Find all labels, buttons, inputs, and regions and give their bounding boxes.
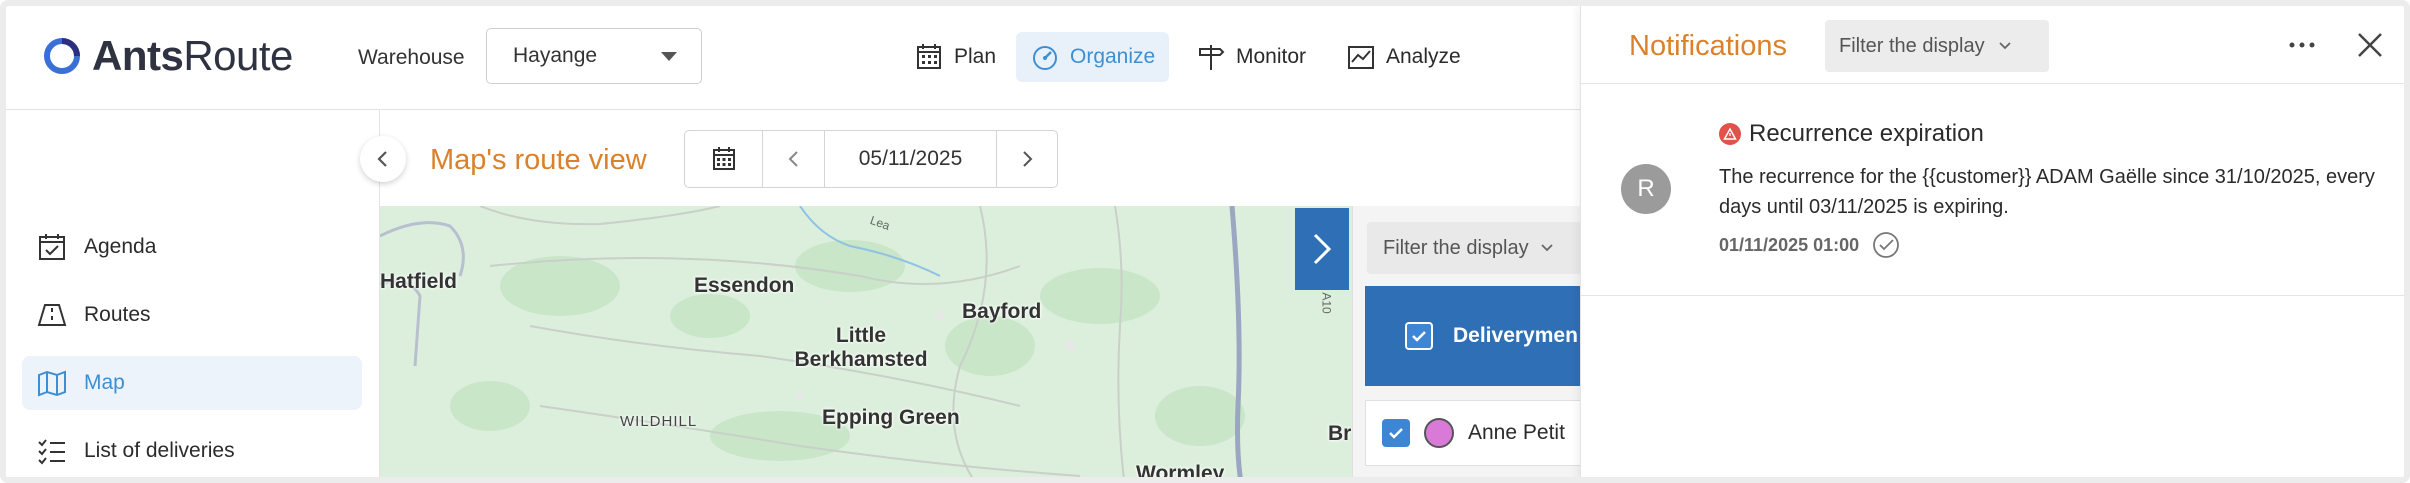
chevron-left-icon xyxy=(377,151,387,167)
chevron-down-icon xyxy=(1998,42,2011,50)
nav-plan[interactable]: Plan xyxy=(900,32,1010,82)
deliveryman-checkbox[interactable] xyxy=(1382,419,1410,447)
collapse-sidebar-button[interactable] xyxy=(360,136,406,182)
notification-item[interactable]: R Recurrence expiration The recurrence f… xyxy=(1581,84,2404,296)
map-label-hatfield: Hatfield xyxy=(380,270,458,293)
notification-meta: 01/11/2025 01:00 xyxy=(1719,230,1901,260)
chart-icon xyxy=(1348,46,1374,69)
logo-text: AntsRoute xyxy=(92,32,293,79)
antsroute-logo[interactable]: AntsRoute xyxy=(42,32,293,80)
sidebar-item-label: Agenda xyxy=(84,235,157,258)
map-label-wildhill: WILDHILL xyxy=(620,413,698,430)
date-navigator: 05/11/2025 xyxy=(684,130,1058,188)
mark-read-check-icon[interactable] xyxy=(1871,230,1901,260)
notifications-title: Notifications xyxy=(1629,30,1787,62)
signpost-icon xyxy=(1199,45,1225,70)
avatar: R xyxy=(1621,164,1671,214)
warehouse-value: Hayange xyxy=(513,44,598,67)
more-options-button[interactable] xyxy=(2285,28,2319,62)
nav-monitor[interactable]: Monitor xyxy=(1182,32,1320,82)
sidebar-item-routes[interactable]: Routes xyxy=(22,288,362,342)
chevron-left-icon xyxy=(788,151,798,167)
notifications-panel: Notifications Filter the display R Recur… xyxy=(1580,6,2404,477)
notifications-header: Notifications Filter the display xyxy=(1581,6,2404,84)
list-check-icon xyxy=(38,439,65,465)
toggle-delivery-panel-button[interactable] xyxy=(1295,208,1349,290)
map-label-little-berkhamsted: Little Berkhamsted xyxy=(794,324,928,371)
deliverymen-label: Deliverymen xyxy=(1453,324,1578,347)
nav-monitor-label: Monitor xyxy=(1236,45,1307,68)
notifications-filter-label: Filter the display xyxy=(1839,34,1985,57)
warehouse-label: Warehouse xyxy=(358,46,465,69)
chevron-down-icon xyxy=(1540,244,1553,252)
nav-organize[interactable]: Organize xyxy=(1016,32,1170,82)
calendar-check-icon xyxy=(39,234,65,260)
deliveryman-name: Anne Petit xyxy=(1468,421,1565,444)
delivery-filter-label: Filter the display xyxy=(1383,236,1529,259)
warning-icon xyxy=(1719,123,1741,145)
nav-analyze[interactable]: Analyze xyxy=(1332,32,1475,82)
map-label-essendon: Essendon xyxy=(694,274,795,297)
caret-down-icon xyxy=(661,52,677,61)
previous-day-button[interactable] xyxy=(763,131,825,187)
app-window: AntsRoute Warehouse Hayange Plan Organiz… xyxy=(0,0,2410,483)
gauge-icon xyxy=(1033,46,1057,70)
deliveryman-row[interactable]: Anne Petit xyxy=(1365,400,1581,466)
route-icon xyxy=(37,304,67,326)
warehouse-select[interactable]: Hayange xyxy=(486,28,702,84)
sidebar-item-label: List of deliveries xyxy=(84,439,235,462)
map-label-bayford: Bayford xyxy=(962,300,1042,323)
sidebar-item-label: Routes xyxy=(84,303,151,326)
chevron-right-icon xyxy=(1023,151,1033,167)
notification-title: Recurrence expiration xyxy=(1719,120,1984,148)
delivery-filter-dropdown[interactable]: Filter the display xyxy=(1367,222,1587,274)
calendar-icon xyxy=(712,147,735,170)
nav-analyze-label: Analyze xyxy=(1386,45,1461,68)
sidebar-item-agenda[interactable]: Agenda xyxy=(22,220,362,274)
next-day-button[interactable] xyxy=(997,131,1057,187)
check-icon xyxy=(1389,428,1403,439)
ellipsis-icon xyxy=(2289,42,2315,48)
deliverymen-group-row[interactable]: Deliverymen xyxy=(1365,286,1581,386)
map-label-epping-green: Epping Green xyxy=(822,406,960,429)
sidebar-item-list-of-deliveries[interactable]: List of deliveries xyxy=(22,424,362,477)
sidebar-item-map[interactable]: Map xyxy=(22,356,362,410)
date-picker-button[interactable] xyxy=(685,131,763,187)
notification-timestamp: 01/11/2025 01:00 xyxy=(1719,234,1860,255)
road-label-a10: A10 xyxy=(1319,292,1334,314)
sidebar-item-label: Map xyxy=(84,371,125,394)
route-map[interactable]: Hatfield Essendon Bayford Little Berkham… xyxy=(380,206,1352,483)
deliverymen-checkbox[interactable] xyxy=(1405,322,1433,350)
map-icon xyxy=(38,370,66,397)
notification-body: The recurrence for the {{customer}} ADAM… xyxy=(1719,166,2375,218)
map-label-wormley: Wormley xyxy=(1136,462,1225,483)
notification-title-text: Recurrence expiration xyxy=(1749,120,1984,147)
nav-organize-label: Organize xyxy=(1070,45,1156,68)
nav-plan-label: Plan xyxy=(954,45,997,68)
map-label-br: Br xyxy=(1328,422,1352,445)
deliveryman-color-dot xyxy=(1424,418,1454,448)
notifications-filter-dropdown[interactable]: Filter the display xyxy=(1825,20,2049,72)
close-icon[interactable] xyxy=(2353,28,2387,62)
check-icon xyxy=(1412,331,1426,342)
calendar-icon xyxy=(917,44,941,69)
current-date[interactable]: 05/11/2025 xyxy=(825,131,997,187)
sidebar: Agenda Routes Map List of deliveries xyxy=(6,110,380,477)
logo-icon xyxy=(44,38,80,74)
delivery-panel: Filter the display Deliverymen Anne Peti… xyxy=(1352,206,1587,477)
page-title: Map's route view xyxy=(430,144,647,176)
play-icon xyxy=(1313,233,1332,265)
